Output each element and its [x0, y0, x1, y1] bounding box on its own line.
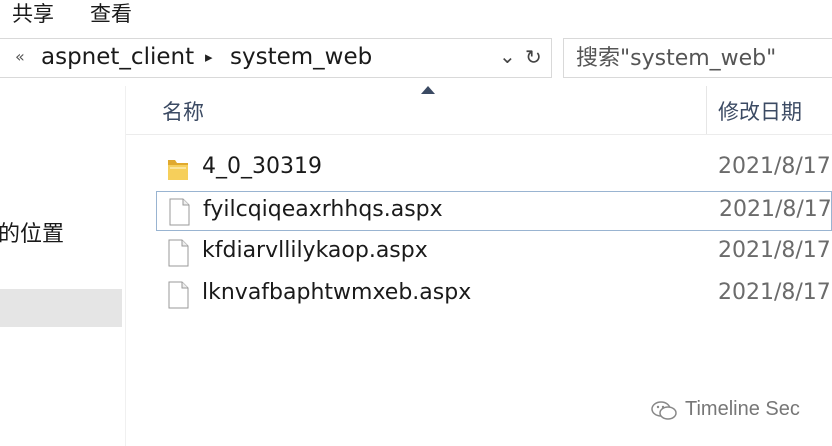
file-icon — [169, 198, 190, 226]
breadcrumb-system-web[interactable]: system_web — [230, 44, 372, 70]
file-name: kfdiarvllilykaop.aspx — [202, 238, 428, 263]
nav-item-locations[interactable]: 的位置 — [0, 216, 64, 248]
file-icon — [168, 281, 189, 309]
watermark-text: Timeline Sec — [685, 398, 800, 420]
file-row[interactable]: lknvafbaphtwmxeb.aspx 2021/8/17 — [156, 275, 832, 315]
file-date: 2021/8/17 — [718, 238, 831, 263]
file-date: 2021/8/17 — [718, 154, 831, 179]
address-dropdown-icon[interactable]: ⌄ — [499, 44, 516, 68]
column-header-row: 名称 修改日期 — [126, 86, 832, 135]
file-row[interactable]: fyilcqiqeaxrhhqs.aspx 2021/8/17 — [156, 191, 832, 231]
ribbon-menu: 共享 查看 — [0, 0, 832, 30]
search-input[interactable] — [576, 43, 831, 73]
navigation-pane: 的位置 — [0, 86, 124, 446]
search-box[interactable] — [563, 38, 832, 78]
address-row: « aspnet_client ▸ system_web ⌄ ↻ — [0, 30, 832, 86]
file-name: lknvafbaphtwmxeb.aspx — [202, 280, 472, 305]
column-header-date[interactable]: 修改日期 — [718, 96, 802, 126]
nav-item-selected[interactable] — [0, 289, 122, 327]
ribbon-tab-view[interactable]: 查看 — [90, 0, 132, 28]
column-header-name[interactable]: 名称 — [162, 96, 204, 126]
folder-icon — [168, 160, 188, 180]
ribbon-tab-share[interactable]: 共享 — [12, 0, 54, 28]
file-list: 名称 修改日期 4_0_30319 2021/8/17 fyilcqiqeaxr… — [126, 86, 832, 446]
file-date: 2021/8/17 — [718, 280, 831, 305]
overflow-chevron-icon[interactable]: « — [15, 47, 25, 66]
column-divider[interactable] — [706, 86, 707, 134]
file-name: 4_0_30319 — [202, 154, 322, 179]
breadcrumb-separator-icon[interactable]: ▸ — [205, 48, 213, 66]
file-icon — [168, 239, 189, 267]
file-date: 2021/8/17 — [719, 197, 832, 222]
wechat-icon — [651, 401, 677, 420]
breadcrumb-aspnet-client[interactable]: aspnet_client — [41, 44, 194, 70]
address-bar[interactable]: « aspnet_client ▸ system_web ⌄ ↻ — [0, 38, 552, 78]
file-name: fyilcqiqeaxrhhqs.aspx — [203, 197, 443, 222]
file-row[interactable]: kfdiarvllilykaop.aspx 2021/8/17 — [156, 233, 832, 273]
sort-ascending-icon — [421, 86, 435, 94]
file-row[interactable]: 4_0_30319 2021/8/17 — [156, 149, 832, 189]
refresh-icon[interactable]: ↻ — [525, 45, 542, 69]
